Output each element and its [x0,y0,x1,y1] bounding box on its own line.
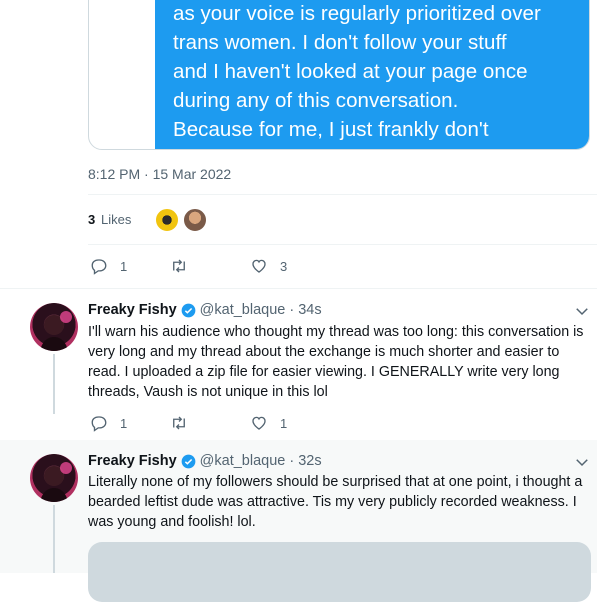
bubble-line: trans women. I don't follow your stuff [173,31,507,54]
thread-connector [53,505,55,573]
reply-icon [91,416,107,432]
thread-connector [53,354,55,414]
reply-button[interactable]: 1 [90,414,127,432]
retweet-button[interactable] [170,257,200,275]
retweet-icon [173,416,185,430]
display-name[interactable]: Freaky Fishy [88,453,177,469]
embedded-media-card[interactable]: as your voice is regularly prioritized o… [88,0,590,150]
like-button[interactable]: 1 [250,414,287,432]
likes-count[interactable]: 3 [88,212,95,227]
chevron-down-icon[interactable] [573,453,591,471]
avatar[interactable] [30,303,78,351]
likes-label[interactable]: Likes [101,212,131,227]
user-handle[interactable]: @kat_blaque [200,302,286,318]
divider [88,194,597,195]
verified-badge-icon [181,454,196,468]
tweet-header: Freaky Fishy @kat_blaque · 32s [88,453,322,469]
bubble-line: during any of this conversation. [173,89,459,112]
avatar[interactable] [30,454,78,502]
tweet-text: Literally none of my followers should be… [88,474,583,530]
chevron-down-icon[interactable] [573,302,591,320]
reply-count: 1 [120,258,128,274]
tweet-media[interactable] [88,542,591,602]
reply-count: 1 [120,415,128,431]
bubble-line: and I haven't looked at your page once [173,60,528,83]
reply-button[interactable]: 1 [90,257,127,275]
liker-avatar[interactable] [154,207,180,233]
message-bubble: as your voice is regularly prioritized o… [155,0,589,149]
retweet-icon [173,259,185,273]
like-icon [252,259,266,273]
liker-avatar[interactable] [182,207,208,233]
verified-badge-icon [181,303,196,317]
like-icon [252,416,266,430]
bubble-line: Because for me, I just frankly don't [173,118,489,141]
like-button[interactable]: 3 [250,257,287,275]
retweet-button[interactable] [170,414,200,432]
like-count: 1 [280,415,288,431]
like-count: 3 [280,258,288,274]
bubble-line: as your voice is regularly prioritized o… [173,2,541,25]
tweet-time[interactable]: · 32s [289,453,321,469]
user-handle[interactable]: @kat_blaque [200,453,286,469]
reply-icon [91,259,107,275]
tweet-text: I'll warn his audience who thought my th… [88,324,584,400]
tweet-header: Freaky Fishy @kat_blaque · 34s [88,302,322,318]
tweet-time[interactable]: · 34s [289,302,321,318]
divider [0,288,597,289]
divider [88,244,597,245]
display-name[interactable]: Freaky Fishy [88,302,177,318]
tweet-timestamp[interactable]: 8:12 PM · 15 Mar 2022 [88,166,231,182]
